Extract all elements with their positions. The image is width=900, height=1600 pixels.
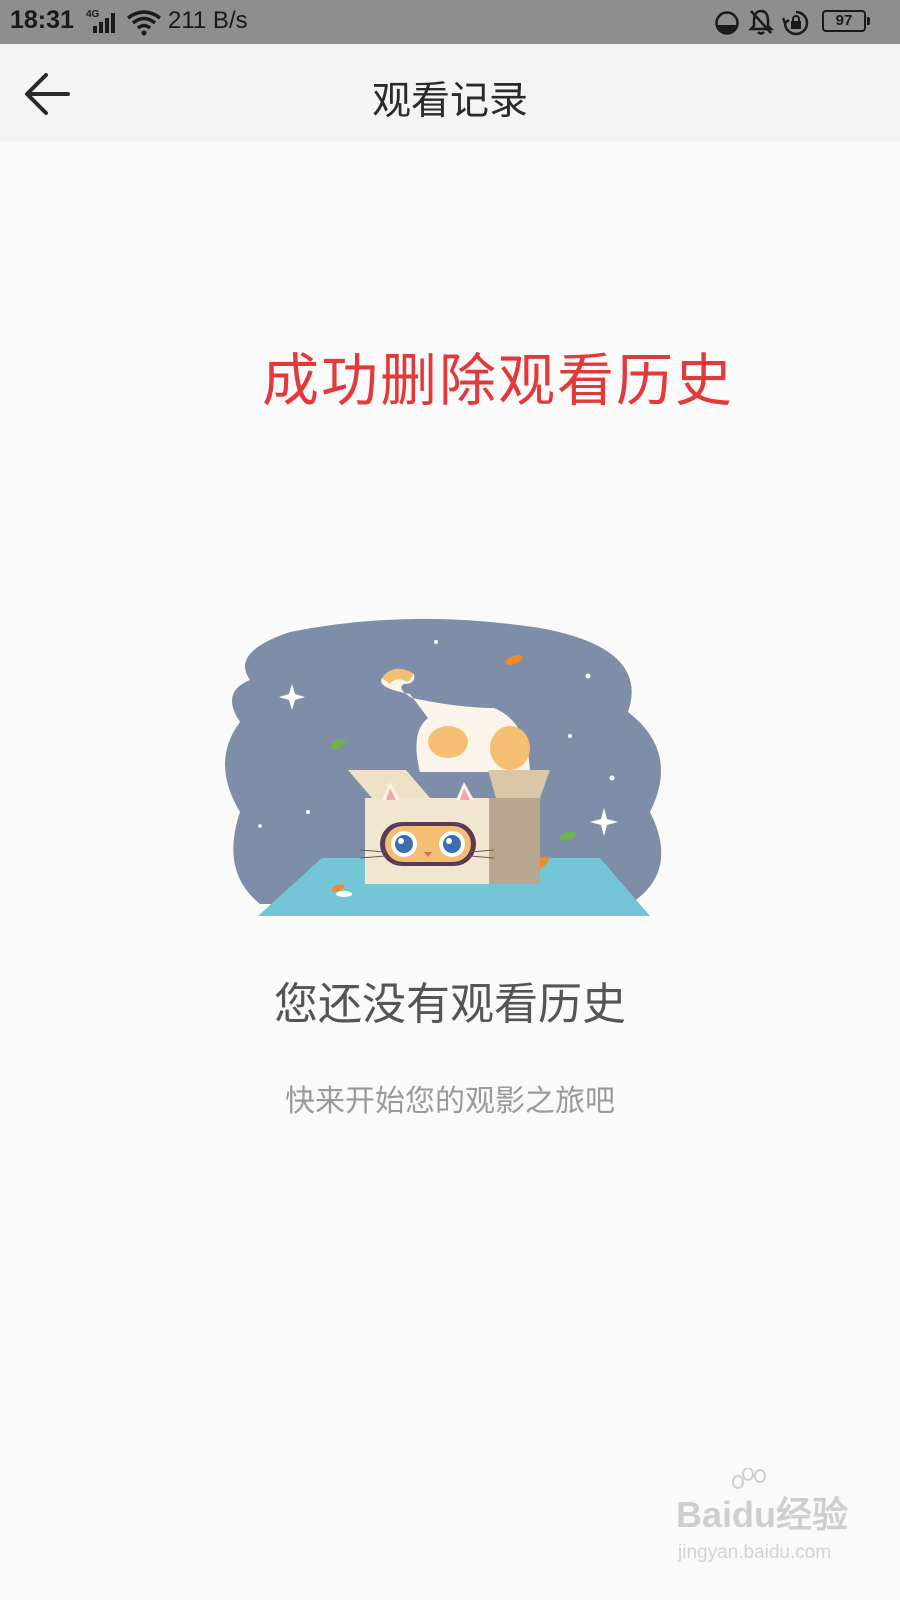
- box-flap-right: [488, 770, 550, 798]
- rotation-lock-icon: [782, 10, 809, 36]
- wifi-icon: [126, 10, 162, 36]
- empty-illustration: [225, 618, 662, 916]
- success-message: 成功删除观看历史: [262, 348, 734, 414]
- network-speed: 211 B/s: [168, 7, 248, 34]
- page-title: 观看记录: [371, 79, 528, 124]
- status-bar: 18:31 4G 211 B/s 97: [0, 0, 900, 44]
- status-time: 18:31: [10, 6, 74, 34]
- baidu-watermark: Baidu经验 jingyan.baidu.com: [676, 1468, 886, 1578]
- empty-state-title: 您还没有观看历史: [274, 979, 626, 1030]
- watermark-url: jingyan.baidu.com: [678, 1542, 832, 1563]
- nav-bar: 观看记录: [0, 44, 900, 142]
- box-side: [489, 798, 540, 884]
- data-saver-icon: [715, 11, 739, 35]
- signal-icon: [93, 13, 115, 33]
- bell-muted-icon: [748, 9, 774, 35]
- battery-icon: 97: [822, 10, 870, 32]
- watermark-brand: Baidu经验: [676, 1494, 849, 1535]
- empty-state-subtitle: 快来开始您的观影之旅吧: [285, 1084, 615, 1119]
